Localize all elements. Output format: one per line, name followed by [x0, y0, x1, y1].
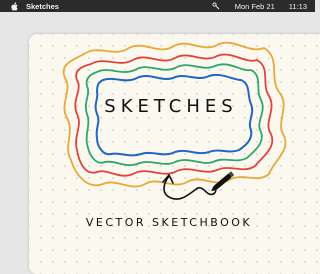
canvas-title: SKETCHES — [104, 96, 238, 117]
menu-bar-date[interactable]: Mon Feb 21 — [235, 2, 275, 11]
canvas-subtitle: VECTOR SKETCHBOOK — [85, 216, 253, 229]
apple-icon[interactable] — [9, 1, 19, 11]
menu-bar-time[interactable]: 11:13 — [289, 2, 307, 11]
app-menu-name[interactable]: Sketches — [26, 2, 59, 11]
title-art — [62, 41, 287, 200]
sketchbook-window: SKETCHES VECTOR SKETCHBOOK — [29, 34, 320, 274]
menu-bar: Sketches Mon Feb 21 11:13 — [0, 0, 315, 12]
control-center-icon[interactable] — [212, 2, 221, 11]
menu-bar-status: Mon Feb 21 11:13 — [212, 0, 307, 12]
